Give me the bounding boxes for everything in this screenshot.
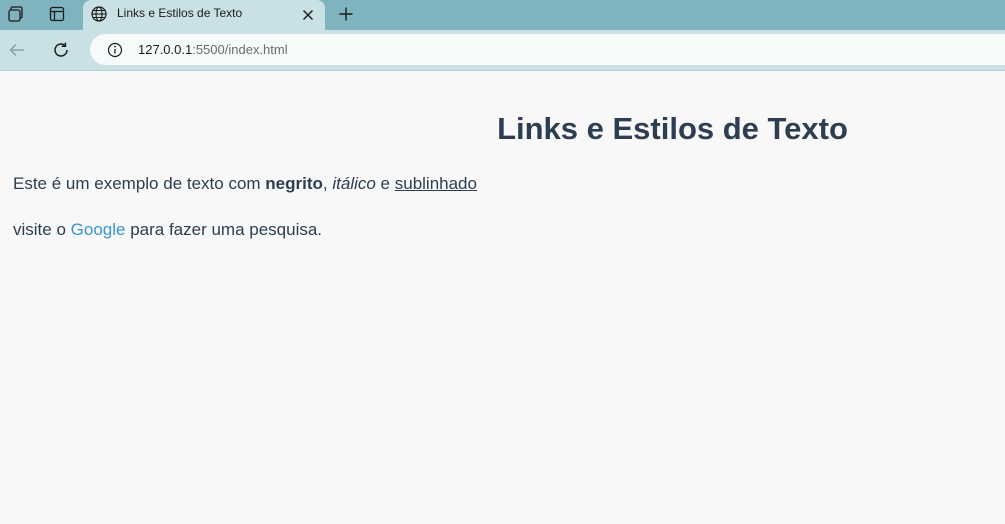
paragraph-text: visite o: [13, 220, 71, 239]
info-icon[interactable]: [106, 41, 124, 59]
url-host: 127.0.0.1: [138, 42, 193, 57]
new-tab-button[interactable]: [333, 1, 359, 27]
close-tab-button[interactable]: [299, 6, 317, 24]
page-title: Links e Estilos de Texto: [497, 111, 848, 146]
workspaces-button[interactable]: [1, 0, 29, 28]
tab-actions-button[interactable]: [43, 0, 71, 28]
paragraph-text: para fazer uma pesquisa.: [125, 220, 323, 239]
tab-strip: Links e Estilos de Texto: [0, 0, 1005, 30]
navigation-toolbar: 127.0.0.1:5500/index.html: [0, 30, 1005, 71]
paragraph-text: Este é um exemplo de texto com: [13, 174, 266, 193]
tab-title: Links e Estilos de Texto: [117, 6, 243, 20]
plus-icon: [339, 7, 353, 21]
address-bar[interactable]: 127.0.0.1:5500/index.html: [90, 34, 1005, 65]
page-content: Links e Estilos de Texto Este é um exemp…: [0, 71, 1005, 524]
google-link[interactable]: Google: [71, 220, 126, 239]
link-paragraph: visite o Google para fazer uma pesquisa.: [13, 220, 322, 240]
active-tab[interactable]: Links e Estilos de Texto: [83, 0, 325, 30]
separator-text: ,: [322, 174, 333, 193]
reload-icon: [54, 42, 68, 57]
close-icon: [303, 10, 313, 20]
tab-actions-icon: [49, 6, 65, 22]
italic-text: itálico: [332, 174, 376, 193]
url-path: :5500/index.html: [192, 42, 288, 57]
reload-button[interactable]: [47, 36, 75, 64]
styles-paragraph: Este é um exemplo de texto com negrito, …: [13, 174, 477, 194]
url-text[interactable]: 127.0.0.1:5500/index.html: [138, 42, 288, 57]
separator-text: e: [375, 174, 395, 193]
back-button[interactable]: [3, 36, 31, 64]
workspaces-icon: [8, 6, 23, 22]
bold-text: negrito: [265, 174, 323, 193]
underline-text: sublinhado: [394, 174, 477, 193]
back-arrow-icon: [9, 43, 24, 57]
globe-icon: [91, 6, 107, 22]
